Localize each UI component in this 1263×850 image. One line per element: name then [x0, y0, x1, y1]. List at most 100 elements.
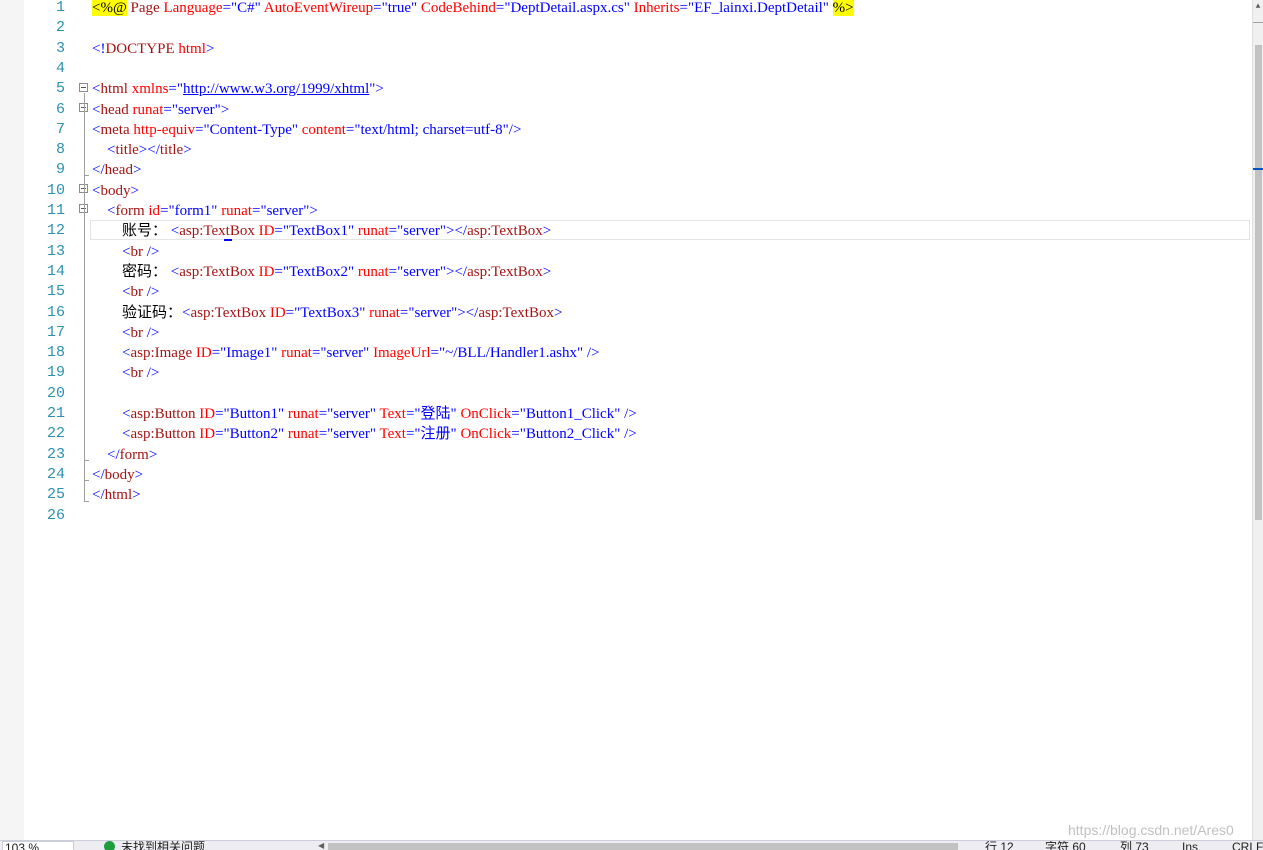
- code-line[interactable]: <br />: [92, 282, 159, 302]
- code-line[interactable]: </head>: [92, 160, 141, 180]
- code-token: html: [104, 487, 133, 504]
- code-token: Page: [126, 0, 164, 16]
- code-line[interactable]: </html>: [92, 485, 141, 505]
- line-number: 11: [46, 202, 65, 219]
- code-token: CodeBehind: [420, 0, 496, 16]
- collapse-html-icon[interactable]: [79, 83, 88, 92]
- line-number: 1: [55, 0, 65, 16]
- line-number: 26: [46, 506, 65, 524]
- code-token: asp:TextBox: [190, 304, 267, 321]
- code-line[interactable]: 验证码：<asp:TextBox ID="TextBox3" runat="se…: [92, 303, 562, 323]
- split-handle[interactable]: [1253, 22, 1263, 23]
- code-token: >: [132, 162, 142, 179]
- code-token: <: [92, 324, 131, 341]
- code-token: html: [100, 81, 128, 98]
- code-line[interactable]: <br />: [92, 363, 159, 383]
- code-token: 验证码：: [92, 304, 183, 321]
- code-token: br: [130, 243, 143, 260]
- text-caret: [224, 239, 232, 241]
- code-line[interactable]: 账号： <asp:TextBox ID="TextBox1" runat="se…: [92, 221, 551, 241]
- code-token: ="注册": [405, 426, 461, 443]
- code-token: =": [168, 81, 184, 98]
- code-token: ID: [254, 223, 275, 240]
- line-number: 12: [46, 222, 65, 240]
- code-token: ID: [254, 263, 275, 280]
- code-line[interactable]: </body>: [92, 465, 143, 485]
- code-token: ID: [195, 426, 216, 443]
- code-token: OnClick: [460, 406, 512, 422]
- scroll-up-icon[interactable]: ▲: [1254, 2, 1262, 12]
- code-token: />: [142, 284, 160, 301]
- code-line[interactable]: <head runat="server">: [92, 100, 229, 120]
- code-token: %>: [832, 0, 854, 16]
- code-editor[interactable]: 1 2 3 4 5 6 7 8 9 10 11 12 13 14 15 16 17 18 19 20 21 22 23 24 2…: [0, 0, 1263, 849]
- code-line[interactable]: <form id="form1" runat="server">: [92, 201, 318, 221]
- code-line[interactable]: <html xmlns="http://www.w3.org/1999/xhtm…: [92, 79, 384, 99]
- code-line[interactable]: <br />: [92, 242, 159, 262]
- line-number: 9: [55, 161, 65, 179]
- code-token: <: [92, 406, 131, 422]
- code-line[interactable]: <%@ Page Language="C#" AutoEventWireup="…: [92, 0, 854, 18]
- code-token: ="TextBox2": [274, 263, 358, 280]
- code-token: >: [205, 40, 215, 57]
- line-number: 17: [46, 323, 65, 341]
- code-token: ="TextBox3": [285, 304, 370, 321]
- line-number: 18: [46, 344, 65, 362]
- code-token: ="Content-Type": [195, 121, 302, 138]
- code-token: br: [130, 365, 143, 382]
- code-token: <!: [92, 40, 106, 57]
- code-line[interactable]: </form>: [92, 445, 157, 465]
- code-line[interactable]: <br />: [92, 323, 159, 343]
- code-token: ="登陆": [405, 406, 461, 422]
- code-line[interactable]: <asp:Image ID="Image1" runat="server" Im…: [92, 343, 599, 363]
- code-token: ID: [192, 345, 212, 362]
- code-token: br: [130, 324, 143, 341]
- code-token: asp:TextBox: [467, 263, 543, 280]
- code-token: runat: [221, 203, 253, 219]
- code-token: http-equiv: [129, 121, 196, 138]
- vertical-scroll-thumb[interactable]: [1255, 45, 1262, 520]
- code-token: ></: [138, 142, 160, 159]
- line-number: 13: [46, 242, 65, 260]
- code-token: <: [170, 263, 180, 280]
- line-number: 10: [46, 181, 65, 199]
- code-line[interactable]: <title></title>: [92, 140, 192, 160]
- code-token: ="true": [373, 0, 421, 16]
- code-token: content: [301, 121, 346, 138]
- code-token: asp:TextBox: [179, 223, 255, 240]
- code-token: asp:TextBox: [179, 263, 255, 280]
- code-token: </: [92, 487, 105, 504]
- code-token: ="Button1": [215, 406, 288, 422]
- code-line[interactable]: <meta http-equiv="Content-Type" content=…: [92, 120, 521, 140]
- code-token: asp:Image: [130, 345, 193, 362]
- code-token: <: [92, 284, 131, 301]
- code-line[interactable]: <!DOCTYPE html>: [92, 39, 214, 59]
- code-token: <: [92, 243, 131, 260]
- code-line[interactable]: <asp:Button ID="Button2" runat="server" …: [92, 424, 637, 444]
- code-token: 密码：: [92, 263, 171, 280]
- code-token: ID: [195, 406, 216, 422]
- line-number: 21: [46, 405, 65, 422]
- code-token: head: [100, 101, 129, 118]
- code-token: ="Button2": [215, 426, 288, 443]
- code-token: ="Image1": [211, 345, 282, 362]
- code-token: ="server": [311, 345, 374, 362]
- line-number: 19: [46, 364, 65, 382]
- code-line[interactable]: 密码： <asp:TextBox ID="TextBox2" runat="se…: [92, 262, 551, 282]
- code-token: ImageUrl: [373, 345, 431, 362]
- code-line[interactable]: <asp:Button ID="Button1" runat="server" …: [92, 404, 637, 424]
- code-token: runat: [281, 345, 312, 362]
- watermark: https://blog.csdn.net/Ares0: [1068, 822, 1234, 838]
- code-token: <: [92, 365, 131, 382]
- vertical-scrollbar[interactable]: ▲: [1252, 0, 1263, 840]
- code-token: ="server"></: [388, 223, 468, 240]
- code-line[interactable]: <body>: [92, 181, 139, 201]
- code-token: >: [130, 182, 139, 199]
- code-token: ="text/html; charset=utf-8"/>: [345, 121, 522, 138]
- code-token: ">: [369, 81, 384, 98]
- code-token: ="Button2_Click" />: [511, 426, 637, 443]
- code-token: runat: [287, 426, 319, 443]
- line-number: 2: [55, 19, 65, 37]
- code-token: Language: [163, 0, 223, 16]
- code-token: ="server": [318, 426, 380, 443]
